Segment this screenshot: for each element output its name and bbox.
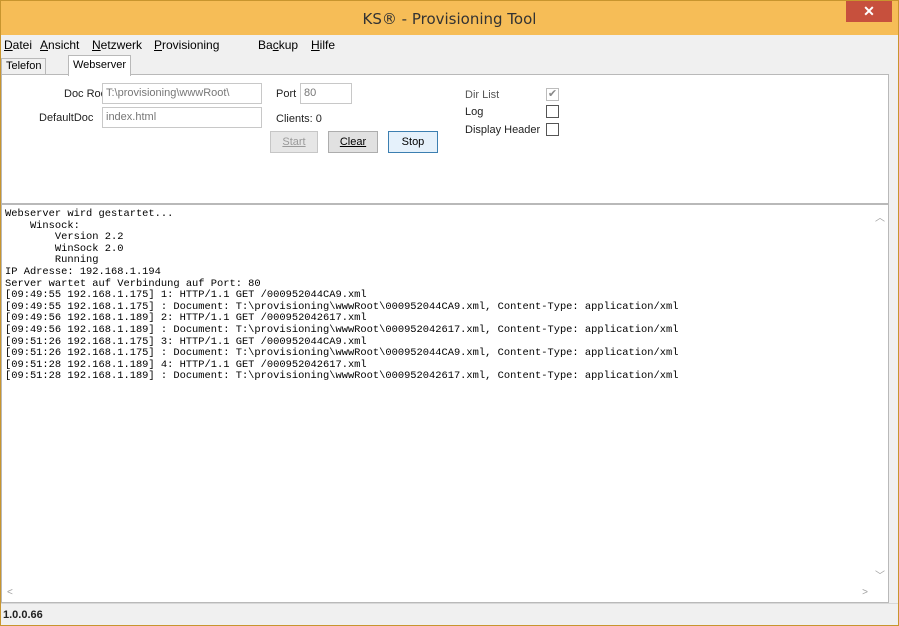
port-input[interactable]: 80: [300, 83, 352, 104]
menu-ansicht[interactable]: Ansicht: [40, 38, 79, 52]
tab-telefon[interactable]: Telefon: [1, 58, 47, 75]
log-line: [09:49:56 192.168.1.189] : Document: T:\…: [5, 323, 679, 336]
chevron-down-icon[interactable]: ﹀: [875, 567, 885, 582]
defaultdoc-label: DefaultDoc: [39, 112, 94, 124]
docroot-input[interactable]: T:\provisioning\wwwRoot\: [102, 83, 262, 104]
checkmark-icon: ✔: [547, 88, 558, 100]
dirlist-label: Dir List: [465, 89, 500, 101]
chevron-left-icon[interactable]: <: [7, 587, 13, 598]
app-window: KS® - Provisioning Tool ✕ Datei Ansicht …: [0, 0, 899, 626]
chevron-up-icon[interactable]: ︿: [875, 209, 885, 224]
log-label: Log: [465, 106, 484, 118]
webserver-panel: Doc Roo T:\provisioning\wwwRoot\ Default…: [1, 74, 889, 204]
log-line: [09:51:28 192.168.1.189] : Document: T:\…: [5, 370, 679, 383]
log-checkbox[interactable]: [546, 105, 559, 118]
horizontal-scrollbar[interactable]: < >: [2, 585, 872, 602]
stop-button[interactable]: Stop: [388, 131, 438, 153]
log-line: Webserver wird gestartet...: [5, 208, 174, 220]
log-line: IP Adresse: 192.168.1.194: [5, 265, 161, 278]
close-button[interactable]: ✕: [846, 1, 892, 22]
start-button[interactable]: Start: [270, 131, 318, 153]
menu-netzwerk[interactable]: Netzwerk: [92, 38, 142, 52]
docroot-label: Doc Roo: [64, 88, 107, 100]
menu-bar: Datei Ansicht Netzwerk Provisioning Back…: [1, 35, 898, 55]
vertical-scrollbar[interactable]: ︿ ﹀: [871, 205, 888, 586]
tab-webserver[interactable]: Webserver: [68, 55, 131, 76]
display-header-label: Display Header: [465, 124, 541, 136]
clear-button[interactable]: Clear: [328, 131, 378, 153]
window-title: KS® - Provisioning Tool: [362, 10, 537, 28]
menu-datei[interactable]: Datei: [4, 38, 32, 52]
log-line: [09:51:26 192.168.1.175] : Document: T:\…: [5, 347, 679, 360]
display-header-checkbox[interactable]: [546, 123, 559, 136]
dirlist-checkbox[interactable]: ✔: [546, 88, 559, 101]
menu-backup[interactable]: Backup: [258, 38, 298, 52]
port-label: Port: [276, 88, 297, 100]
log-line: WinSock 2.0: [5, 242, 124, 255]
menu-provisioning[interactable]: Provisioning: [154, 38, 219, 52]
tab-strip: Telefon Webserver: [1, 55, 898, 76]
log-line: [09:49:55 192.168.1.175] 1: HTTP/1.1 GET…: [5, 289, 367, 302]
log-output[interactable]: Webserver wird gestartet... Winsock: Ver…: [1, 204, 889, 603]
close-icon: ✕: [863, 3, 875, 19]
log-text: Webserver wird gestartet... Winsock: Ver…: [5, 208, 679, 383]
defaultdoc-input[interactable]: index.html: [102, 107, 262, 128]
chevron-right-icon[interactable]: >: [862, 587, 868, 598]
status-bar: 1.0.0.66: [1, 603, 898, 625]
version-text: 1.0.0.66: [3, 609, 43, 621]
clients-count: Clients: 0: [276, 113, 322, 125]
title-bar[interactable]: KS® - Provisioning Tool ✕: [1, 1, 898, 35]
menu-hilfe[interactable]: Hilfe: [311, 38, 335, 52]
